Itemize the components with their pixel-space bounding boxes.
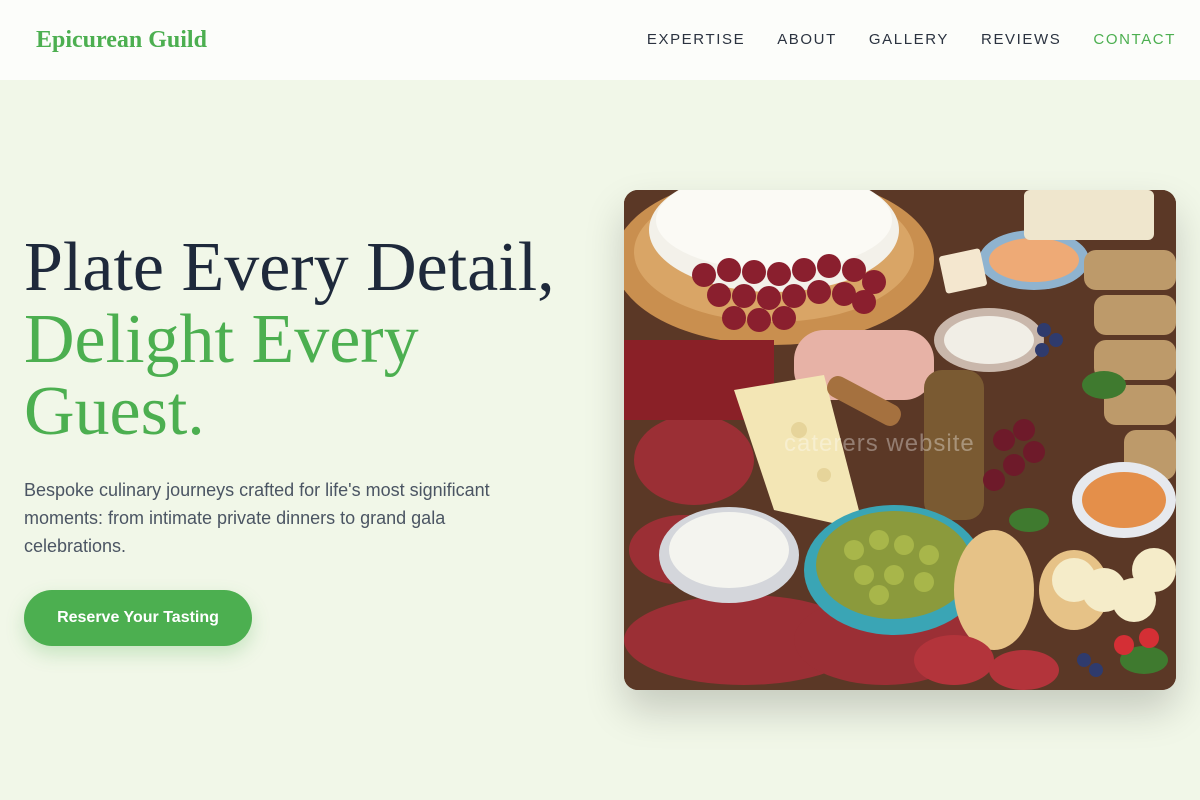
- nav-item-contact: CONTACT: [1093, 31, 1176, 49]
- nav-item-expertise: EXPERTISE: [647, 31, 745, 49]
- nav-link-expertise[interactable]: EXPERTISE: [647, 31, 745, 48]
- grazing-board-photo: caterers website: [624, 190, 1176, 690]
- nav-link-reviews[interactable]: REVIEWS: [981, 31, 1061, 48]
- headline-line-1: Plate Every Detail,: [24, 229, 555, 306]
- top-navbar: Epicurean Guild EXPERTISE ABOUT GALLERY …: [0, 0, 1200, 80]
- hero-headline: Plate Every Detail, Delight Every Guest.: [24, 232, 604, 448]
- headline-line-3: Guest.: [24, 373, 205, 450]
- nav-link-about[interactable]: ABOUT: [777, 31, 837, 48]
- reserve-tasting-button[interactable]: Reserve Your Tasting: [24, 590, 252, 646]
- nav-link-contact[interactable]: CONTACT: [1093, 31, 1176, 48]
- hero-text: Plate Every Detail, Delight Every Guest.…: [24, 232, 604, 646]
- headline-line-2: Delight Every: [24, 301, 419, 378]
- hero-description: Bespoke culinary journeys crafted for li…: [24, 480, 490, 556]
- image-watermark: caterers website: [784, 430, 975, 457]
- main-nav: EXPERTISE ABOUT GALLERY REVIEWS CONTACT: [647, 31, 1176, 49]
- nav-link-gallery[interactable]: GALLERY: [869, 31, 949, 48]
- nav-item-about: ABOUT: [777, 31, 837, 49]
- nav-item-reviews: REVIEWS: [981, 31, 1061, 49]
- nav-item-gallery: GALLERY: [869, 31, 949, 49]
- brand-logo[interactable]: Epicurean Guild: [24, 20, 219, 60]
